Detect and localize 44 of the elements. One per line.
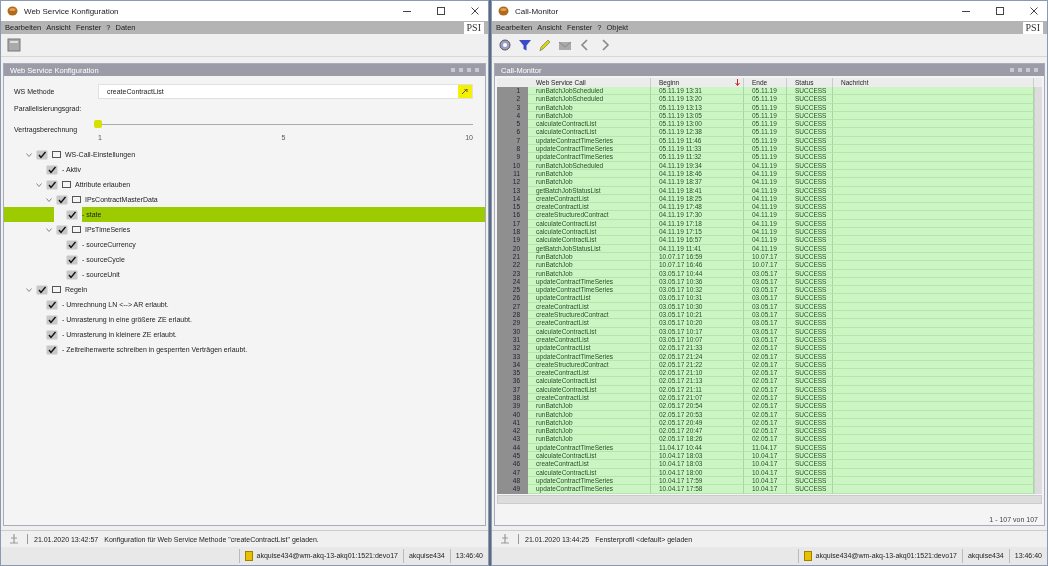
checkbox-checked[interactable] [36, 284, 48, 295]
pick-button[interactable] [458, 85, 472, 98]
database-icon [803, 551, 812, 561]
close-icon[interactable] [1029, 6, 1039, 16]
checkbox-checked[interactable] [46, 164, 58, 175]
pencil-icon[interactable] [538, 38, 552, 52]
checkbox-checked[interactable] [66, 254, 78, 265]
logo: PSI [463, 21, 484, 34]
scrollbar[interactable] [1034, 87, 1042, 494]
folder-icon [72, 226, 81, 233]
collapse-icon[interactable] [46, 196, 52, 203]
maximize-icon[interactable] [995, 6, 1005, 16]
checkbox-checked[interactable] [46, 179, 58, 190]
checkbox-checked[interactable] [66, 209, 78, 220]
checkbox-checked[interactable] [46, 314, 58, 325]
checkbox-checked[interactable] [56, 224, 68, 235]
filter-icon[interactable] [518, 38, 532, 52]
header-cell [1034, 78, 1042, 87]
collapse-icon[interactable] [36, 181, 42, 188]
database-icon [244, 551, 253, 561]
header-cell [497, 78, 528, 87]
cup-icon [7, 6, 18, 16]
cup-icon [498, 6, 509, 16]
checkbox-checked[interactable] [36, 149, 48, 160]
arrow-icon [462, 88, 468, 95]
checkbox-checked[interactable] [46, 344, 58, 355]
checkbox-checked[interactable] [56, 194, 68, 205]
folder-icon [52, 286, 61, 293]
maximize-icon[interactable] [436, 6, 446, 16]
collapse-icon[interactable] [26, 286, 32, 293]
window-title: Call-Monitor [515, 6, 560, 16]
checkbox-checked[interactable] [66, 239, 78, 250]
logo: PSI [1022, 21, 1043, 34]
collapse-icon[interactable] [46, 226, 52, 233]
checkbox-checked[interactable] [46, 299, 58, 310]
checkbox-checked[interactable] [46, 329, 58, 340]
slider-thumb[interactable] [94, 120, 102, 128]
target-icon[interactable] [498, 38, 512, 52]
checkbox-checked[interactable] [66, 269, 78, 280]
folder-icon [52, 151, 61, 158]
close-icon[interactable] [470, 6, 480, 16]
scrollbar[interactable] [497, 494, 1042, 504]
window-title: Web Service Konfiguration [24, 6, 120, 16]
collapse-icon[interactable] [26, 151, 32, 158]
